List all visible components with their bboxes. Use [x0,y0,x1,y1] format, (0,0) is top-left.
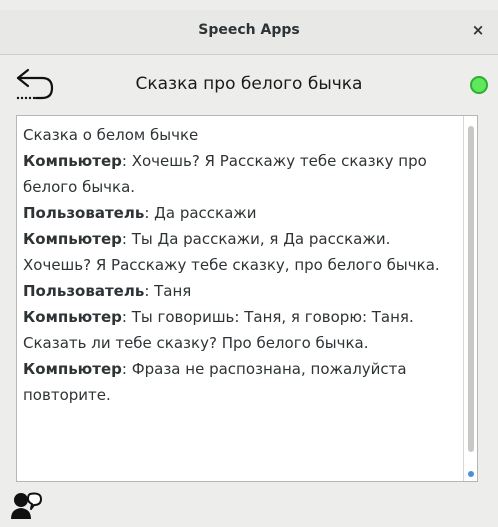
speaking-person-icon [11,492,42,519]
speaker-label: Компьютер [23,152,122,170]
title-bar: Speech Apps × [0,10,498,55]
story-header: Сказка про белого бычка [0,62,498,114]
conversation-line: Пользователь: Таня [23,282,192,300]
conversation-line: Пользователь: Да расскажи [23,204,257,222]
conversation-line: Компьютер: Хочешь? Я Расскажу тебе сказк… [23,152,427,196]
conversation-view[interactable]: Сказка о белом бычке Компьютер: Хочешь? … [16,115,478,482]
speaker-label: Пользователь [23,282,145,300]
vertical-scrollbar[interactable] [463,116,477,481]
message-text: Да расскажи [149,204,257,222]
speaker-label: Компьютер [23,308,122,326]
scroll-thumb[interactable] [468,126,474,452]
message-text: Сказка о белом бычке [23,126,199,144]
close-button[interactable]: × [468,20,488,40]
speak-button[interactable] [10,490,44,520]
scroll-position-indicator [468,471,474,477]
story-title: Сказка про белого бычка [135,74,363,94]
conversation-line: Сказка о белом бычке [23,122,457,148]
conversation-line: Компьютер: Ты Да расскажи, я Да расскажи… [23,230,440,274]
status-indicator-icon [470,76,488,94]
speaker-label: Компьютер [23,360,122,378]
conversation-line: Компьютер: Фраза не распознана, пожалуйс… [23,360,407,404]
footer-bar [0,484,498,527]
conversation-text: Сказка о белом бычке Компьютер: Хочешь? … [23,122,457,408]
app-window: Speech Apps × Сказка про белого бычка Ск… [0,0,498,527]
window-title: Speech Apps [198,22,300,38]
message-text: Таня [149,282,192,300]
conversation-line: Компьютер: Ты говоришь: Таня, я говорю: … [23,308,414,352]
speaker-label: Компьютер [23,230,122,248]
speaker-label: Пользователь [23,204,145,222]
